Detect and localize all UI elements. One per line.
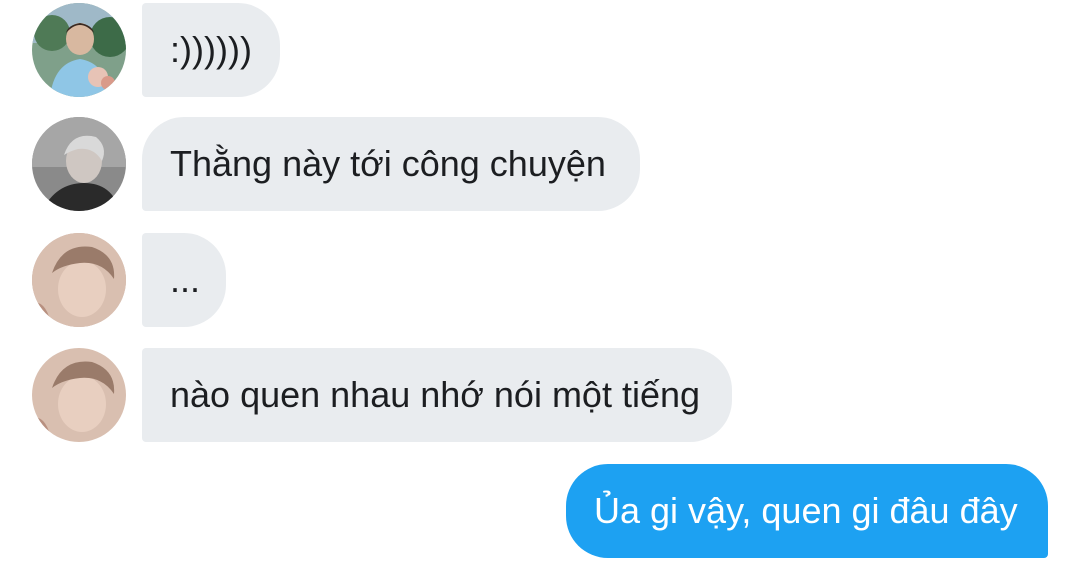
message-text: nào quen nhau nhớ nói một tiếng: [170, 374, 701, 415]
message-text: :)))))): [170, 29, 252, 70]
avatar[interactable]: [32, 233, 126, 327]
message-bubble-outgoing[interactable]: Ủa gi vậy, quen gi đâu đây: [566, 464, 1048, 558]
message-text: Thằng này tới công chuyện: [170, 143, 606, 184]
user-c-avatar-image: [32, 233, 126, 327]
avatar[interactable]: [32, 3, 126, 97]
user-a-avatar-image: [32, 3, 126, 97]
message-bubble[interactable]: nào quen nhau nhớ nói một tiếng: [142, 348, 732, 442]
message-bubble[interactable]: Thằng này tới công chuyện: [142, 117, 640, 211]
message-bubble[interactable]: :)))))): [142, 3, 280, 97]
avatar[interactable]: [32, 348, 126, 442]
user-b-avatar-image: [32, 117, 126, 211]
message-text: ...: [170, 259, 201, 300]
avatar[interactable]: [32, 117, 126, 211]
message-text: Ủa gi vậy, quen gi đâu đây: [594, 490, 1018, 531]
chat-thread: :)))))) Thằng này tới công chuyện ... nà…: [0, 0, 1080, 566]
message-bubble[interactable]: ...: [142, 233, 226, 327]
user-c-avatar-image: [32, 348, 126, 442]
